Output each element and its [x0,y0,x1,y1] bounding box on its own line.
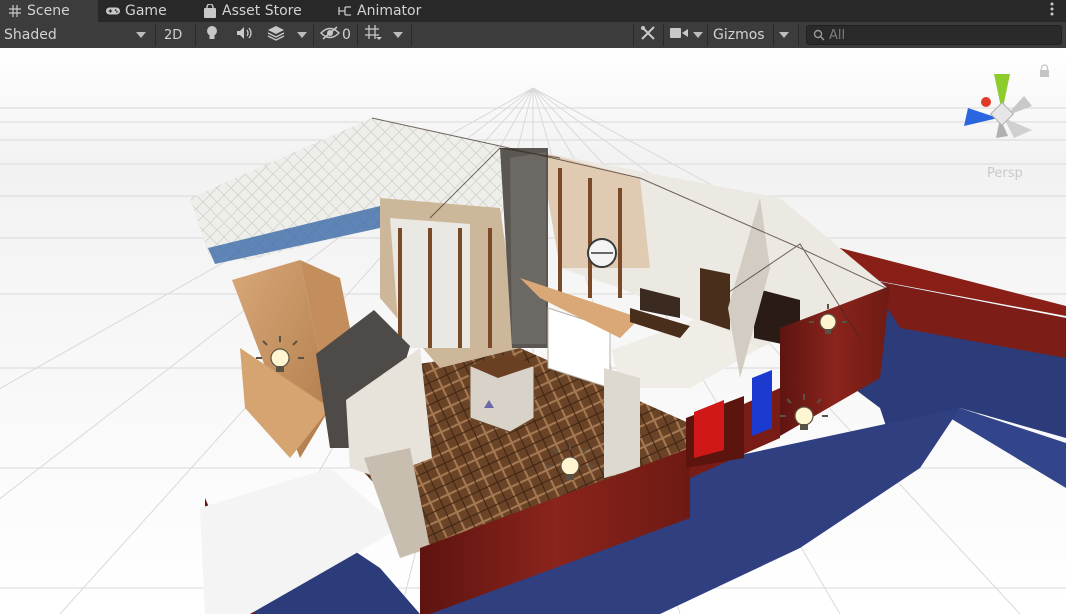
bulb-icon [205,25,219,45]
gamepad-icon [106,4,120,18]
gizmos-button[interactable]: Gizmos [713,23,765,47]
tab-animator-label: Animator [357,3,422,19]
layers-icon [267,25,285,45]
scene-canvas [0,48,1066,614]
tab-scene[interactable]: Scene [0,0,98,22]
chevron-down-icon [779,32,789,38]
chevron-down-icon [393,32,403,38]
projection-label[interactable]: Persp [987,166,1023,181]
tab-asset-store[interactable]: Asset Store [203,0,302,22]
kebab-menu-icon[interactable] [1050,2,1056,18]
shading-mode-label: Shaded [4,27,57,43]
chevron-down-icon [693,32,703,38]
scene-viewport[interactable]: Persp [0,48,1066,614]
camera-settings-dropdown[interactable] [670,23,703,47]
effects-toggle-button[interactable] [267,23,285,47]
chevron-down-icon [136,32,146,38]
grid-snap-icon [364,24,382,46]
grid-dropdown[interactable] [393,23,403,47]
grid-icon [8,4,22,18]
tools-button[interactable] [640,23,656,47]
hidden-count: 0 [342,27,351,43]
speaker-icon [236,26,254,44]
grid-snap-toggle[interactable] [364,23,382,47]
eye-slash-icon [320,26,340,44]
gizmos-dropdown[interactable] [779,23,789,47]
lighting-toggle-button[interactable] [205,23,219,47]
hidden-objects-toggle[interactable]: 0 [320,23,351,47]
chevron-down-icon [297,32,307,38]
tab-asset-store-label: Asset Store [222,3,302,19]
blue-door [752,370,772,436]
tab-animator[interactable]: Animator [338,0,421,22]
tab-scene-label: Scene [27,3,70,19]
scene-tab-bar: Scene Game Asset Store Animator [0,0,1066,22]
camera-icon [670,27,688,43]
shopping-bag-icon [203,4,217,18]
wall-clock [587,238,617,268]
effects-dropdown[interactable] [297,23,307,47]
gizmos-label: Gizmos [713,27,765,43]
tools-icon [640,25,656,45]
hierarchy-search-input[interactable]: All [806,25,1062,45]
2d-toggle-button[interactable]: 2D [164,23,184,47]
2d-toggle-label: 2D [164,27,183,43]
tab-game-label: Game [125,3,167,19]
search-icon [813,29,825,41]
shading-mode-dropdown[interactable]: Shaded [4,23,148,47]
audio-toggle-button[interactable] [236,23,254,47]
animator-icon [338,4,352,18]
search-placeholder: All [829,27,846,43]
tab-game[interactable]: Game [106,0,167,22]
